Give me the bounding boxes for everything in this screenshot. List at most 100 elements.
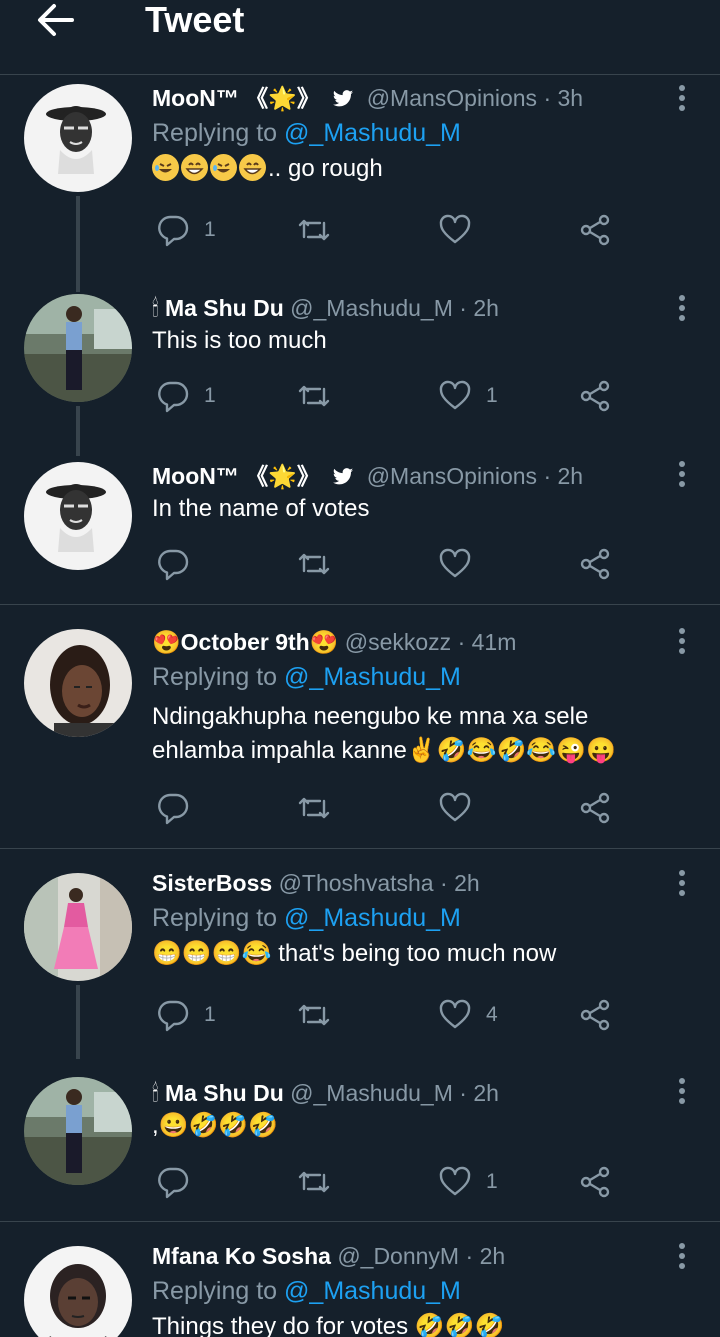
user-handle[interactable]: @_DonnyM — [337, 1243, 459, 1269]
reply-button[interactable]: 1 — [156, 374, 216, 418]
rofl-emoji — [210, 154, 237, 181]
retweet-button[interactable] — [296, 542, 346, 586]
grin-emoji — [181, 154, 208, 181]
grin-emoji — [239, 154, 266, 181]
tweet-header: MooN™ 《🌟》 @MansOpinions · 3h — [152, 82, 660, 114]
tweet-header: 😍October 9th😍 @sekkozz · 41m — [152, 629, 517, 655]
replying-to: Replying to @_Mashudu_M — [152, 663, 461, 691]
share-icon — [580, 380, 610, 412]
display-name[interactable]: MooN™ 《🌟》 — [152, 85, 320, 111]
tweet-item[interactable]: MooN™ 《🌟》 @MansOpinions · 2h In the name… — [0, 440, 720, 604]
thread-connector — [76, 212, 80, 234]
mention-link[interactable]: @_Mashudu_M — [284, 1277, 461, 1305]
display-name[interactable]: 😍October 9th😍 — [152, 629, 338, 655]
tweet-text: This is too much — [152, 327, 327, 354]
like-button[interactable]: 1 — [438, 1160, 498, 1204]
more-options-icon[interactable] — [678, 627, 686, 655]
tweet-actions: 1 — [152, 208, 622, 252]
replying-to: Replying to @_Mashudu_M — [152, 904, 461, 932]
tweet-item[interactable]: 😍October 9th😍 @sekkozz · 41m Replying to… — [0, 605, 720, 848]
tweet-item[interactable]: Mfana Ko Sosha @_DonnyM · 2h Replying to… — [0, 1222, 720, 1337]
avatar[interactable] — [24, 873, 132, 981]
heart-icon — [439, 1166, 471, 1196]
share-button[interactable] — [578, 993, 612, 1037]
reply-button[interactable]: 1 — [156, 993, 216, 1037]
user-handle[interactable]: @sekkozz — [345, 629, 451, 655]
like-button[interactable] — [438, 208, 486, 252]
user-handle[interactable]: @MansOpinions — [367, 463, 537, 489]
more-options-icon[interactable] — [678, 84, 686, 112]
heart-icon — [439, 380, 471, 410]
reply-button[interactable] — [156, 1160, 204, 1204]
mention-link[interactable]: @_Mashudu_M — [284, 119, 461, 147]
tweet-actions: 1 1 — [152, 374, 622, 418]
like-button[interactable]: 1 — [438, 374, 498, 418]
share-button[interactable] — [578, 542, 612, 586]
more-options-icon[interactable] — [678, 1242, 686, 1270]
display-name[interactable]: Mfana Ko Sosha — [152, 1243, 331, 1269]
display-name[interactable]: Ma Shu Du — [165, 1080, 284, 1106]
page-title: Tweet — [145, 0, 245, 40]
avatar[interactable] — [24, 462, 132, 570]
display-name[interactable]: MooN™ 《🌟》 — [152, 463, 320, 489]
share-button[interactable] — [578, 374, 612, 418]
back-arrow-icon[interactable] — [36, 2, 76, 38]
share-button[interactable] — [578, 1160, 612, 1204]
mention-link[interactable]: @_Mashudu_M — [284, 663, 461, 691]
heart-icon — [439, 999, 471, 1029]
reply-button[interactable] — [156, 786, 204, 830]
like-button[interactable] — [438, 542, 486, 586]
user-handle[interactable]: @_Mashudu_M — [290, 295, 453, 321]
timestamp[interactable]: 2h — [480, 1243, 506, 1269]
tweet-item[interactable]: 🕯 Ma Shu Du @_Mashudu_M · 2h This is too… — [0, 212, 720, 456]
user-handle[interactable]: @Thoshvatsha — [279, 870, 434, 896]
timestamp[interactable]: 2h — [473, 295, 499, 321]
top-bar: Tweet — [0, 0, 720, 75]
avatar[interactable] — [24, 84, 132, 192]
tweet-actions: 1 — [152, 1160, 622, 1204]
timestamp[interactable]: 2h — [454, 870, 480, 896]
twitter-bird-icon — [332, 85, 354, 117]
reply-button[interactable]: 1 — [156, 208, 216, 252]
timestamp[interactable]: 2h — [558, 463, 584, 489]
rofl-emoji — [152, 154, 179, 181]
like-button[interactable]: 4 — [438, 993, 498, 1037]
retweet-button[interactable] — [296, 208, 346, 252]
more-options-icon[interactable] — [678, 869, 686, 897]
tweet-text: .. go rough — [152, 152, 660, 186]
timestamp[interactable]: 2h — [473, 1080, 499, 1106]
more-options-icon[interactable] — [678, 460, 686, 488]
tweet-item[interactable]: 🕯 Ma Shu Du @_Mashudu_M · 2h ,😀🤣🤣🤣 1 — [0, 1059, 720, 1221]
more-options-icon[interactable] — [678, 294, 686, 322]
retweet-button[interactable] — [296, 786, 346, 830]
avatar[interactable] — [24, 1246, 132, 1337]
tweet-item[interactable]: SisterBoss @Thoshvatsha · 2h Replying to… — [0, 849, 720, 1059]
tweet-actions — [152, 786, 622, 830]
user-handle[interactable]: @_Mashudu_M — [290, 1080, 453, 1106]
share-button[interactable] — [578, 208, 612, 252]
more-options-icon[interactable] — [678, 1077, 686, 1105]
user-handle[interactable]: @MansOpinions — [367, 85, 537, 111]
display-name[interactable]: SisterBoss — [152, 870, 272, 896]
retweet-button[interactable] — [296, 1160, 346, 1204]
share-button[interactable] — [578, 786, 612, 830]
reply-button[interactable] — [156, 542, 204, 586]
like-button[interactable] — [438, 786, 486, 830]
reply-icon — [158, 549, 189, 581]
mention-link[interactable]: @_Mashudu_M — [284, 904, 461, 932]
timestamp[interactable]: 41m — [472, 629, 517, 655]
tweet-actions — [152, 542, 622, 586]
tweet-item[interactable]: MooN™ 《🌟》 @MansOpinions · 3h Replying to… — [0, 76, 720, 292]
avatar[interactable] — [24, 294, 132, 402]
tweet-text: Things they do for votes 🤣🤣🤣 — [152, 1313, 505, 1337]
tweet-header: SisterBoss @Thoshvatsha · 2h — [152, 870, 480, 896]
avatar[interactable] — [24, 629, 132, 737]
retweet-button[interactable] — [296, 993, 346, 1037]
display-name[interactable]: Ma Shu Du — [165, 295, 284, 321]
twitter-bird-icon — [332, 463, 354, 495]
share-icon — [580, 999, 610, 1031]
retweet-button[interactable] — [296, 374, 346, 418]
avatar[interactable] — [24, 1077, 132, 1185]
timestamp[interactable]: 3h — [558, 85, 584, 111]
candle-emoji: 🕯 — [152, 295, 159, 321]
